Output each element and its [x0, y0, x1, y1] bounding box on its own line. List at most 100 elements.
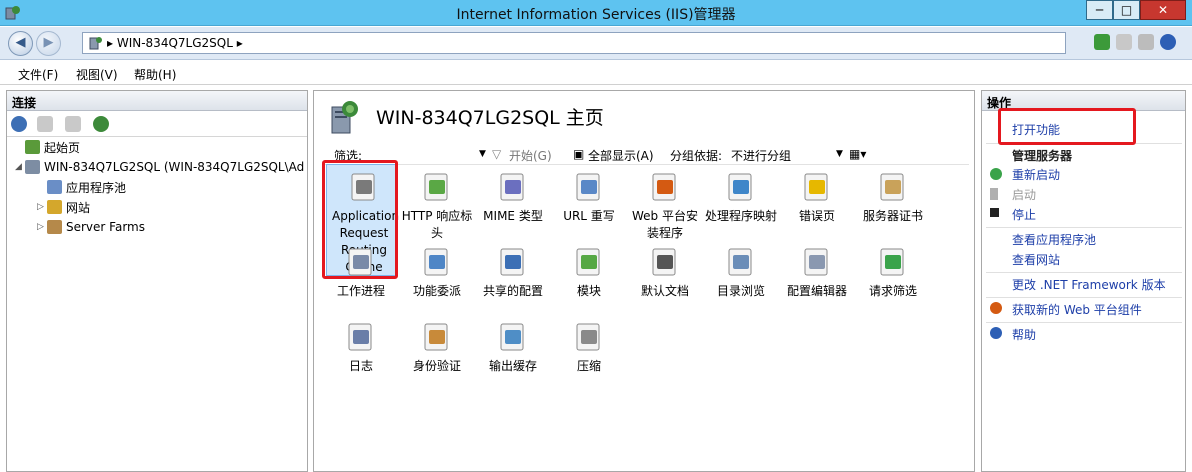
back-arrow-icon: ◀ — [15, 35, 26, 50]
feature-icon — [420, 320, 454, 354]
feature-label: 输出缓存 — [488, 359, 537, 373]
collapse-icon[interactable]: ◢ — [15, 162, 25, 172]
view-sites-link[interactable]: 查看网站 — [1012, 251, 1060, 268]
help-link[interactable]: 帮助 — [1012, 326, 1036, 343]
feature-label: 错误页 — [798, 209, 835, 223]
feature-tile[interactable]: 功能委派 — [399, 243, 475, 300]
filter-bar: 筛选: ▼ ▽ 开始(G) ▣ 全部显示(A) 分组依据: 不进行分组 ▼ ▦▾ — [324, 143, 969, 165]
disconnect-icon[interactable] — [93, 116, 109, 132]
feature-tile[interactable]: 日志 — [323, 318, 399, 375]
feature-tile[interactable]: 模块 — [551, 243, 627, 300]
feature-label: Web 平台安装程序 — [632, 209, 698, 240]
expand-icon[interactable]: ▷ — [37, 202, 47, 212]
restart-link[interactable]: 重新启动 — [1012, 166, 1060, 183]
tree-item-server-farms[interactable]: ▷ Server Farms — [37, 217, 145, 237]
feature-icon — [496, 245, 530, 279]
web-platform-icon — [990, 302, 1002, 314]
filter-dropdown-icon[interactable]: ▼ — [479, 149, 486, 159]
feature-tile[interactable]: 配置编辑器 — [779, 243, 855, 300]
globe-connect-icon[interactable] — [11, 116, 27, 132]
address-field[interactable]: ▸ WIN-834Q7LG2SQL ▸ — [82, 32, 1066, 54]
feature-tile[interactable]: 错误页 — [779, 168, 855, 225]
feature-label: 共享的配置 — [482, 284, 543, 298]
connections-toolbar — [7, 111, 307, 137]
start-icon — [990, 188, 998, 200]
feature-tile[interactable]: MIME 类型 — [475, 168, 551, 225]
feature-icon — [496, 170, 530, 204]
group-by-select[interactable]: 不进行分组 — [731, 147, 791, 164]
feature-icon — [648, 170, 682, 204]
feature-tile[interactable]: Web 平台安装程序 — [627, 168, 703, 242]
feature-tile[interactable]: 压缩 — [551, 318, 627, 375]
feature-tile[interactable]: 共享的配置 — [475, 243, 551, 300]
tree-item-sites[interactable]: ▷ 网站 — [37, 197, 90, 217]
change-net-version-link[interactable]: 更改 .NET Framework 版本 — [1012, 276, 1166, 293]
page-title: WIN-834Q7LG2SQL 主页 — [376, 107, 604, 129]
feature-icon — [800, 245, 834, 279]
tree-item-server[interactable]: ◢ WIN-834Q7LG2SQL (WIN-834Q7LG2SQL\Ad — [15, 157, 304, 177]
feature-label: 服务器证书 — [862, 209, 923, 223]
feature-tile[interactable]: 服务器证书 — [855, 168, 931, 225]
feature-tile[interactable]: URL 重写 — [551, 168, 627, 225]
server-icon — [89, 37, 102, 50]
app-pool-icon — [47, 180, 62, 194]
arr-cache-callout — [322, 160, 398, 279]
start-link[interactable]: 启动 — [1012, 186, 1036, 203]
feature-tile[interactable]: HTTP 响应标头 — [399, 168, 475, 242]
view-app-pools-link[interactable]: 查看应用程序池 — [1012, 231, 1096, 248]
feature-icon — [572, 320, 606, 354]
menu-file[interactable]: 文件(F) — [18, 66, 58, 83]
stop-link[interactable]: 停止 — [1012, 206, 1036, 223]
maximize-button[interactable]: □ — [1113, 0, 1140, 20]
menu-view[interactable]: 视图(V) — [76, 66, 118, 83]
home-icon[interactable] — [1138, 34, 1154, 50]
feature-label: 请求筛选 — [868, 284, 917, 298]
minimize-button[interactable]: ─ — [1086, 0, 1113, 20]
tree-item-start-page[interactable]: 起始页 — [15, 137, 80, 157]
stop-icon[interactable] — [1116, 34, 1132, 50]
feature-icon — [724, 245, 758, 279]
group-dropdown-icon[interactable]: ▼ — [836, 149, 843, 159]
show-all-button[interactable]: 全部显示(A) — [588, 147, 654, 164]
feature-tile[interactable]: 请求筛选 — [855, 243, 931, 300]
filter-start-button[interactable]: 开始(G) — [509, 147, 552, 164]
get-web-platform-link[interactable]: 获取新的 Web 平台组件 — [1012, 301, 1142, 318]
menu-help[interactable]: 帮助(H) — [134, 66, 176, 83]
feature-label: HTTP 响应标头 — [401, 209, 473, 240]
feature-icon — [496, 320, 530, 354]
open-feature-callout — [998, 108, 1136, 145]
stop-icon — [990, 208, 999, 217]
feature-icon — [572, 245, 606, 279]
start-page-icon — [25, 140, 40, 154]
help-icon — [990, 327, 1002, 339]
expand-icon[interactable]: ▷ — [37, 222, 47, 232]
forward-arrow-icon: ▶ — [43, 35, 54, 50]
manage-server-heading: 管理服务器 — [1012, 149, 1073, 163]
close-button[interactable]: ✕ — [1140, 0, 1186, 20]
refresh-icon[interactable] — [1094, 34, 1110, 50]
feature-label: 处理程序映射 — [704, 209, 777, 223]
feature-tile[interactable]: 输出缓存 — [475, 318, 551, 375]
tree-item-app-pools[interactable]: 应用程序池 — [37, 177, 126, 197]
feature-label: URL 重写 — [563, 209, 615, 223]
save-icon[interactable] — [37, 116, 53, 132]
feature-icon — [724, 170, 758, 204]
feature-tile[interactable]: 身份验证 — [399, 318, 475, 375]
forward-button[interactable]: ▶ — [36, 31, 61, 56]
back-button[interactable]: ◀ — [8, 31, 33, 56]
feature-label: 压缩 — [576, 359, 601, 373]
feature-tile[interactable]: 目录浏览 — [703, 243, 779, 300]
feature-tile[interactable]: 默认文档 — [627, 243, 703, 300]
connections-panel: 连接 起始页 ◢ WIN-834Q7LG2SQL (WIN-834Q7LG2SQ… — [6, 90, 308, 472]
help-icon[interactable] — [1160, 34, 1176, 50]
title-bar: Internet Information Services (IIS)管理器 ─… — [0, 0, 1192, 26]
address-path: ▸ WIN-834Q7LG2SQL ▸ — [107, 36, 243, 50]
feature-icon — [800, 170, 834, 204]
feature-tile[interactable]: 处理程序映射 — [703, 168, 779, 225]
feature-label: 日志 — [348, 359, 373, 373]
up-level-icon[interactable] — [65, 116, 81, 132]
view-mode-icon[interactable]: ▦▾ — [849, 147, 866, 161]
server-farms-icon — [47, 220, 62, 234]
feature-label: 配置编辑器 — [786, 284, 847, 298]
address-bar: ◀ ▶ ▸ WIN-834Q7LG2SQL ▸ — [0, 27, 1192, 60]
